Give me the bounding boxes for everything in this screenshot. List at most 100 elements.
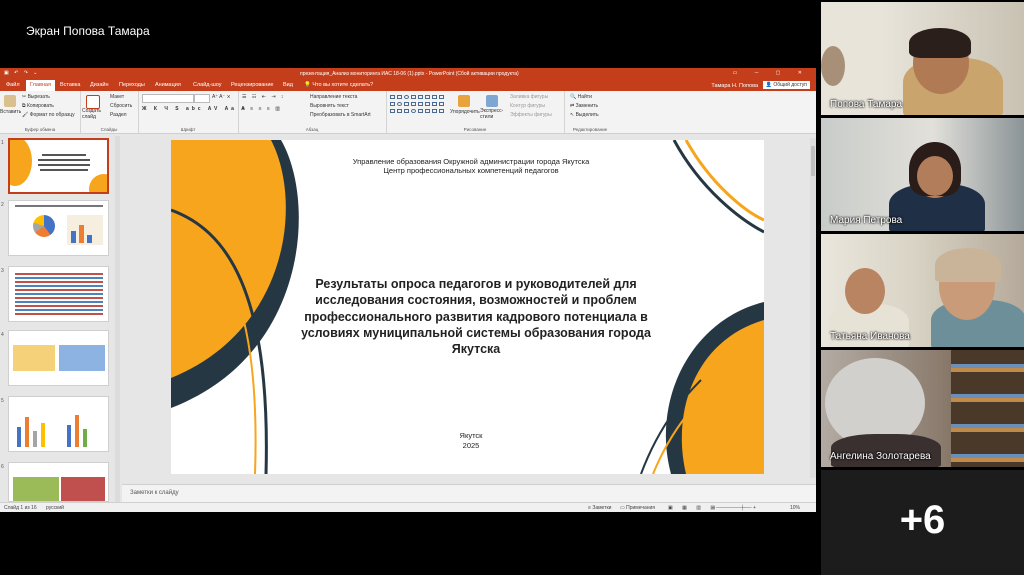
tab-review[interactable]: Рецензирование [231,82,273,88]
person-head [845,268,885,314]
slide-thumbnail-3[interactable] [8,266,109,322]
shape-effects-button[interactable]: Эффекты фигуры [510,112,552,118]
organization-text: Управление образования Окружной админист… [301,157,641,176]
arrange-icon[interactable] [458,95,470,107]
more-participants-tile[interactable]: +6 [821,470,1024,575]
more-participants-count: +6 [899,498,946,542]
tab-slideshow[interactable]: Слайд-шоу [193,82,222,88]
smartart-button[interactable]: Преобразовать в SmartArt [310,112,371,118]
new-slide-icon[interactable] [86,95,100,109]
tab-transitions[interactable]: Переходы [119,82,145,88]
arrange-button[interactable]: Упорядочить [450,109,480,115]
paste-button[interactable]: Вставить [0,109,21,115]
window-controls[interactable]: ▭ ─ ▢ ✕ [733,70,810,76]
slide-title: Результаты опроса педагогов и руководите… [301,277,651,356]
slides-group: Создать слайд Макет Сбросить Раздел Слай… [80,91,139,133]
font-group-label: Шрифт [180,127,196,132]
slides-group-label: Слайды [100,127,118,132]
copy-label: Копировать [26,103,54,109]
new-slide-button[interactable]: Создать слайд [82,108,104,120]
copy-button[interactable]: ⧉ Копировать [22,103,54,109]
select-button[interactable]: ↖ Выделить [570,112,599,118]
participant-name: Мария Петрова [830,215,903,226]
tell-me-box[interactable]: 💡 Что вы хотите сделать? [304,82,373,88]
drawing-group: Упорядочить Экспресс-стили Заливка фигур… [386,91,565,133]
scissors-icon: ✂ [22,94,27,100]
shape-outline-button[interactable]: Контур фигуры [510,103,545,109]
clipboard-group-label: Буфер обмена [24,127,56,132]
quick-styles-icon[interactable] [486,95,498,107]
tab-insert[interactable]: Вставка [60,82,80,88]
tab-home[interactable]: Главная [26,80,55,91]
cut-button[interactable]: ✂ Вырезать [22,94,50,100]
slide-thumbnail-6[interactable] [8,462,109,502]
format-painter-label: Формат по образцу [29,112,75,118]
align-buttons[interactable]: ≡ ≡ ≡ ≡ ▥ [242,106,282,112]
slide-counter: Слайд 1 из 16 [4,505,37,511]
participant-name: Попова Тамара [830,99,903,110]
slide-thumbnail-1[interactable] [8,138,109,194]
notes-pane[interactable]: Заметки к слайду [122,484,816,503]
format-painter-button[interactable]: 🖌 Формат по образцу [22,112,75,118]
video-tile-1[interactable]: Попова Тамара [821,2,1024,115]
quick-access-icons[interactable]: ▣ ↶ ↷ ⌄ [4,70,39,76]
font-style-buttons[interactable]: Ж К Ч S abc AV Aa A [142,106,248,112]
video-tile-3[interactable]: Татьяна Иванова [821,234,1024,347]
list-buttons[interactable]: ☰ ☷ ⇤ ⇥ ↕ [242,94,285,100]
share-button[interactable]: 👤 Общий доступ [762,81,810,89]
year-text: 2025 [462,441,480,451]
slide-thumbnail-5[interactable] [8,396,109,452]
slide-editor: Управление образования Окружной админист… [122,134,816,484]
title-bar: ▣ ↶ ↷ ⌄ презентация_Анализ мониторинга И… [0,68,816,80]
cursor-icon: ↖ [570,112,575,118]
slide-thumbnail-4[interactable] [8,330,109,386]
city-text: Якутск [459,431,483,440]
tab-view[interactable]: Вид [283,82,293,88]
language-indicator[interactable]: русский [46,505,64,511]
ribbon-tabs: Файл Главная Вставка Дизайн Переходы Ани… [0,80,816,91]
share-label: Общий доступ [773,82,807,88]
clipboard-group: Вставить ✂ Вырезать ⧉ Копировать 🖌 Форма… [0,91,81,133]
thumbnail-number: 3 [1,268,4,274]
video-tile-4[interactable]: Ангелина Золотарева [821,350,1024,467]
notes-toggle[interactable]: ≡ Заметки [588,505,611,511]
zoom-slider[interactable]: – ───────┼── + [712,505,756,511]
paragraph-group: ☰ ☷ ⇤ ⇥ ↕ ≡ ≡ ≡ ≡ ▥ Направление текста В… [238,91,387,133]
current-slide[interactable]: Управление образования Окружной админист… [171,140,764,474]
cut-label: Вырезать [27,94,50,100]
find-button[interactable]: 🔍 Найти [570,94,592,100]
lightbulb-icon: 💡 [304,82,311,88]
section-button[interactable]: Раздел [110,112,127,118]
quick-styles-button[interactable]: Экспресс-стили [480,108,506,120]
slide-vertical-scrollbar[interactable] [810,138,816,478]
font-size-input[interactable] [194,94,210,103]
powerpoint-window: ▣ ↶ ↷ ⌄ презентация_Анализ мониторинга И… [0,68,816,512]
thumbnails-scrollbar[interactable] [115,136,120,502]
zoom-level[interactable]: 10% [790,505,800,511]
comments-toggle-label: Примечания [626,505,655,511]
font-name-input[interactable] [142,94,194,103]
screen-share-label: Экран Попова Тамара [26,24,150,38]
text-direction-button[interactable]: Направление текста [310,94,357,100]
align-text-button[interactable]: Выровнять текст [310,103,349,109]
replace-button[interactable]: ⇄ Заменить [570,103,598,109]
tab-design[interactable]: Дизайн [90,82,109,88]
scrollbar-thumb[interactable] [811,146,815,176]
thumbnail-number: 4 [1,332,4,338]
notes-icon: ≡ [588,505,591,511]
slide-thumbnail-2[interactable] [8,200,109,256]
brush-icon: 🖌 [22,112,29,118]
tab-animations[interactable]: Анимация [155,82,181,88]
reset-button[interactable]: Сбросить [110,103,132,109]
shape-fill-button[interactable]: Заливка фигуры [510,94,548,100]
layout-button[interactable]: Макет [110,94,124,100]
font-size-buttons[interactable]: A⁺ A⁻ ⨯ [212,94,231,100]
comments-toggle[interactable]: ▭ Примечания [620,505,655,511]
video-tile-2[interactable]: Мария Петрова [821,118,1024,231]
select-label: Выделить [575,112,599,118]
paste-icon[interactable] [4,95,16,107]
user-name: Тамара Н. Попова [711,83,758,89]
find-label: Найти [577,94,592,100]
tab-file[interactable]: Файл [6,82,20,88]
drawing-group-label: Рисование [463,127,487,132]
